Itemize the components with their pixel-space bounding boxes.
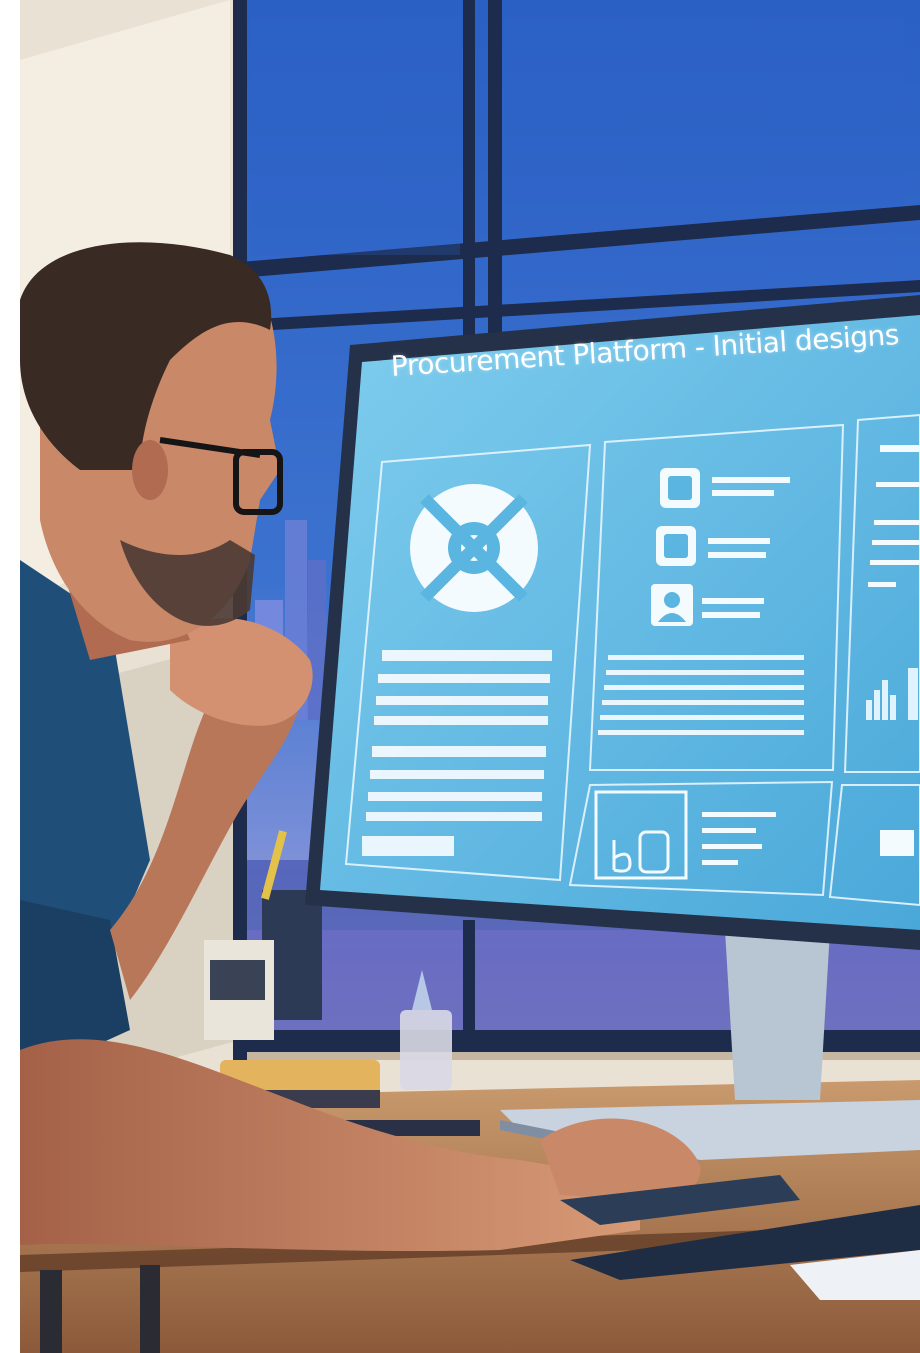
checkbox-icon xyxy=(656,526,696,566)
logo-icon xyxy=(410,484,538,612)
user-icon xyxy=(651,584,693,626)
office-scene: Procurement Platform - Initial designs xyxy=(0,0,920,1353)
checkbox-icon xyxy=(660,468,700,508)
scene-illustration xyxy=(0,0,920,1353)
